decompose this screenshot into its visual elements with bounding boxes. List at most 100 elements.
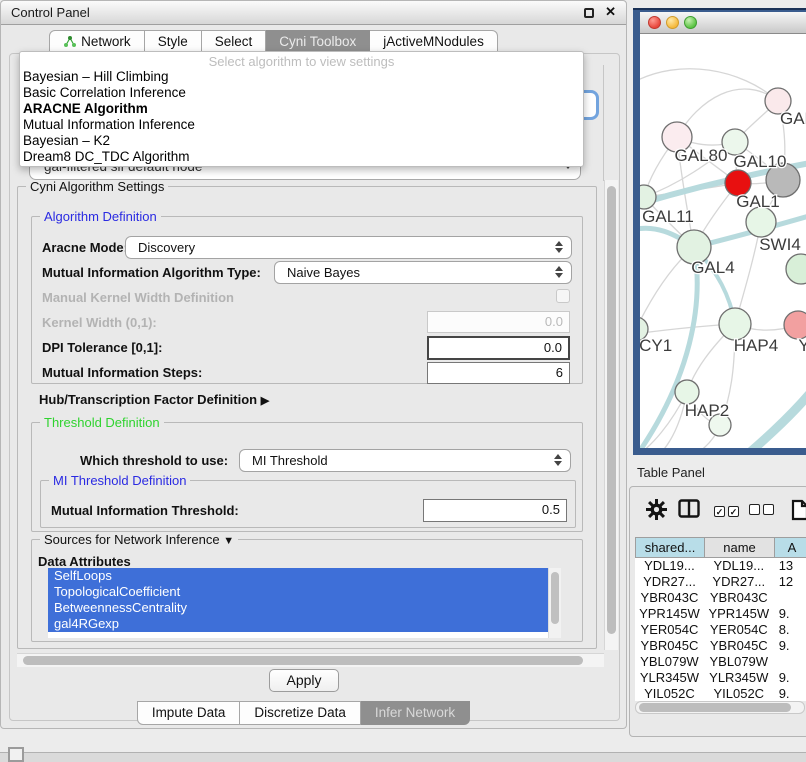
data-attributes-list[interactable]: SelfLoopsTopologicalCoefficientBetweenne… [48, 568, 548, 638]
which-threshold-combobox[interactable]: MI Threshold [239, 449, 571, 472]
attribute-list-item-selected[interactable]: SelfLoops [48, 568, 548, 584]
algorithm-option[interactable]: Dream8 DC_TDC Algorithm [20, 149, 583, 165]
network-node[interactable] [784, 311, 806, 339]
network-view-window: GALGAL80GAL10GAL1GAL11SWI4GAL4GCY1HAP4YH… [633, 8, 806, 455]
apply-button[interactable]: Apply [269, 669, 339, 692]
float-window-icon[interactable] [584, 8, 594, 18]
algorithm-option[interactable]: ARACNE Algorithm [20, 101, 583, 117]
network-node[interactable] [746, 207, 776, 237]
settings-vertical-scrollbar[interactable] [604, 180, 618, 650]
column-header-shared-name[interactable]: shared... [635, 537, 704, 558]
tab-impute-data[interactable]: Impute Data [137, 701, 241, 725]
network-window-titlebar[interactable] [640, 12, 806, 34]
network-edge-thick[interactable] [722, 386, 806, 448]
network-edge[interactable] [640, 69, 778, 101]
dpi-tolerance-field[interactable]: 0.0 [427, 336, 570, 360]
scrollbar-thumb[interactable] [607, 186, 616, 634]
table-row[interactable]: YDL19...YDL19...13 [635, 558, 806, 574]
network-graph[interactable]: GALGAL80GAL10GAL1GAL11SWI4GAL4GCY1HAP4YH… [640, 34, 806, 448]
table-cell [774, 590, 806, 606]
network-node[interactable] [640, 185, 656, 209]
network-canvas[interactable]: GALGAL80GAL10GAL1GAL11SWI4GAL4GCY1HAP4YH… [640, 34, 806, 448]
minimize-traffic-light-icon[interactable] [666, 16, 679, 29]
hub-definition-toggle[interactable]: Hub/Transcription Factor Definition ▶ [39, 392, 269, 407]
table-row[interactable]: YIL052CYIL052C9. [635, 686, 806, 701]
column-view-icon[interactable] [678, 499, 700, 518]
corner-button[interactable] [8, 747, 24, 762]
table-row[interactable]: YBL079WYBL079W [635, 654, 806, 670]
screen: Control Panel ✕ Network Style Select [0, 0, 806, 762]
network-node[interactable] [786, 254, 806, 284]
zoom-traffic-light-icon[interactable] [684, 16, 697, 29]
dpi-tolerance-label: DPI Tolerance [0,1]: [42, 340, 162, 355]
network-node-label: GAL1 [736, 192, 779, 211]
algorithm-option-list: Bayesian – Hill ClimbingBasic Correlatio… [20, 69, 583, 165]
table-cell: YIL052C [704, 686, 774, 701]
table-cell: YER054C [704, 622, 774, 638]
export-table-icon[interactable] [791, 499, 806, 521]
table-row[interactable]: YLR345WYLR345W9. [635, 670, 806, 686]
combo-spinner-icon [555, 266, 564, 278]
settings-horizontal-scrollbar[interactable] [17, 653, 604, 667]
table-cell: YPR145W [704, 606, 774, 622]
table-horizontal-scrollbar[interactable] [635, 701, 805, 714]
group-title: Algorithm Definition [40, 209, 161, 224]
table-row[interactable]: YBR043CYBR043C [635, 590, 806, 606]
column-header-name[interactable]: name [704, 537, 774, 558]
table-cell: YIL052C [635, 686, 704, 701]
gear-icon[interactable] [646, 499, 667, 520]
table-panel: ✓✓ shared... name A YDL19...YDL19...13YD… [629, 486, 806, 737]
network-node-label: SWI4 [759, 235, 801, 254]
table-cell: YBR045C [635, 638, 704, 654]
mi-threshold-field[interactable]: 0.5 [423, 499, 567, 522]
network-edge[interactable] [677, 89, 778, 137]
network-icon [63, 36, 76, 48]
tab-discretize-data[interactable]: Discretize Data [240, 701, 361, 725]
table-row[interactable]: YPR145WYPR145W9. [635, 606, 806, 622]
kernel-width-field[interactable]: 0.0 [427, 311, 570, 333]
tab-infer-network[interactable]: Infer Network [361, 701, 470, 725]
attribute-list-scrollbar[interactable] [548, 568, 561, 638]
manual-kernel-checkbox[interactable] [556, 289, 570, 303]
table-row[interactable]: YER054CYER054C8. [635, 622, 806, 638]
scrollbar-thumb[interactable] [551, 572, 559, 624]
table-cell: YLR345W [704, 670, 774, 686]
sources-toggle[interactable]: Sources for Network Inference ▼ [40, 532, 238, 547]
aracne-mode-value: Discovery [138, 240, 195, 255]
mi-steps-field[interactable]: 6 [427, 362, 570, 384]
bottom-panel-edge [0, 752, 806, 762]
mi-type-combobox[interactable]: Naive Bayes [274, 261, 572, 284]
column-header-partial[interactable]: A [774, 537, 806, 558]
algorithm-definition-group: Algorithm Definition Aracne Mode: Discov… [31, 216, 583, 384]
table-row[interactable]: YBR045CYBR045C9. [635, 638, 806, 654]
attribute-list-item-selected[interactable]: TopologicalCoefficient [48, 584, 548, 600]
threshold-definition-group: Threshold Definition Which threshold to … [31, 422, 583, 532]
network-node-label: GAL11 [642, 207, 694, 226]
scrollbar-thumb[interactable] [23, 656, 583, 665]
select-all-checkboxes-icon[interactable]: ✓✓ [714, 502, 742, 520]
close-window-icon[interactable]: ✕ [605, 4, 616, 20]
bottom-tab-bar: Impute Data Discretize Data Infer Networ… [1, 701, 626, 725]
algorithm-popup-hint: Select algorithm to view settings [20, 52, 583, 69]
tab-label: Select [215, 34, 253, 49]
attribute-list-item-selected[interactable]: gal4RGexp [48, 616, 548, 632]
scrollbar-thumb[interactable] [639, 703, 791, 712]
table-row[interactable]: YDR27...YDR27...12 [635, 574, 806, 590]
algorithm-option[interactable]: Bayesian – Hill Climbing [20, 69, 583, 85]
algorithm-option[interactable]: Bayesian – K2 [20, 133, 583, 149]
algorithm-option[interactable]: Basic Correlation Inference [20, 85, 583, 101]
table-panel-title: Table Panel [637, 465, 705, 480]
network-node-label: GAL10 [734, 152, 787, 171]
close-traffic-light-icon[interactable] [648, 16, 661, 29]
group-title: Threshold Definition [40, 415, 164, 430]
which-threshold-value: MI Threshold [252, 453, 328, 468]
attribute-list-item-selected[interactable]: BetweennessCentrality [48, 600, 548, 616]
control-panel-titlebar[interactable]: Control Panel ✕ [1, 1, 626, 25]
deselect-all-checkboxes-icon[interactable] [749, 502, 777, 520]
which-threshold-label: Which threshold to use: [80, 453, 228, 468]
algorithm-option[interactable]: Mutual Information Inference [20, 117, 583, 133]
aracne-mode-combobox[interactable]: Discovery [125, 236, 572, 259]
table-cell: YBL079W [635, 654, 704, 670]
tab-label: Network [81, 34, 131, 49]
table-cell: YER054C [635, 622, 704, 638]
